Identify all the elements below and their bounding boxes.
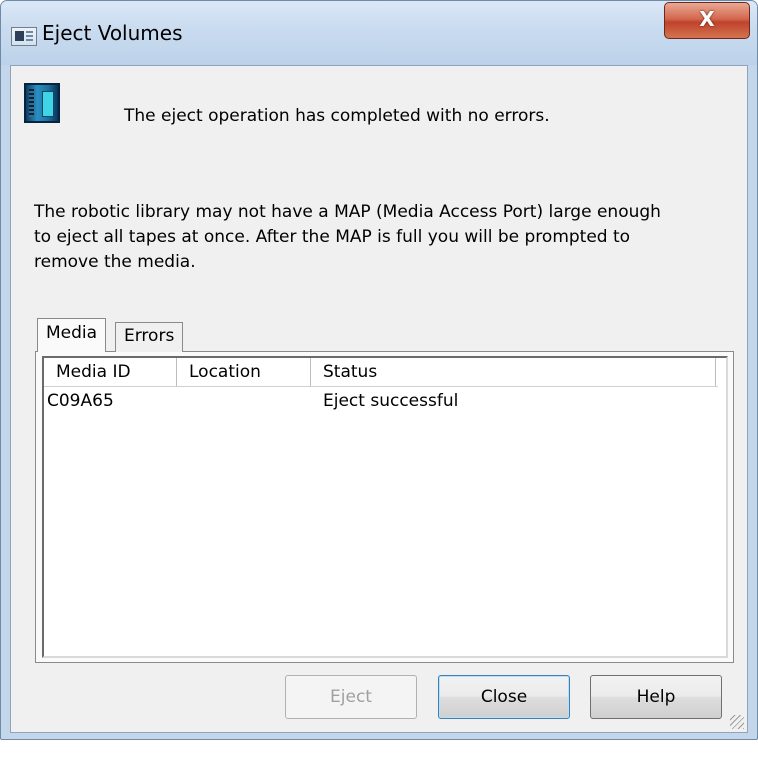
robotic-library-icon <box>24 83 60 123</box>
tab-media[interactable]: Media <box>37 318 107 352</box>
cell-media-id: C09A65 <box>47 391 114 411</box>
list-header: Media ID Location Status <box>44 358 718 387</box>
eject-button[interactable]: Eject <box>285 675 417 719</box>
close-button[interactable]: Close <box>438 675 570 719</box>
cell-status: Eject successful <box>323 391 459 411</box>
media-tab-panel: Media ID Location Status C09A65 Eject su… <box>35 351 734 663</box>
table-row[interactable]: C09A65 Eject successful <box>44 388 718 414</box>
media-list[interactable]: Media ID Location Status C09A65 Eject su… <box>42 356 728 658</box>
tab-errors[interactable]: Errors <box>115 322 184 352</box>
dialog-body: The eject operation has completed with n… <box>10 65 748 733</box>
column-header-status[interactable]: Status <box>311 358 716 386</box>
eject-volumes-dialog: Eject Volumes X The eject operation has … <box>0 0 758 740</box>
resize-grip[interactable] <box>730 715 744 729</box>
help-button[interactable]: Help <box>590 675 722 719</box>
info-line: to eject all tapes at once. After the MA… <box>34 227 631 247</box>
column-header-media-id[interactable]: Media ID <box>44 358 177 386</box>
info-message: The robotic library may not have a MAP (… <box>34 200 734 275</box>
info-line: The robotic library may not have a MAP (… <box>34 202 661 222</box>
column-header-location[interactable]: Location <box>177 358 311 386</box>
info-line: remove the media. <box>34 252 196 272</box>
status-message: The eject operation has completed with n… <box>124 106 550 126</box>
window-close-button[interactable]: X <box>664 2 750 39</box>
dialog-app-icon <box>11 27 37 46</box>
window-title: Eject Volumes <box>42 21 183 45</box>
title-bar[interactable]: Eject Volumes X <box>1 1 757 65</box>
